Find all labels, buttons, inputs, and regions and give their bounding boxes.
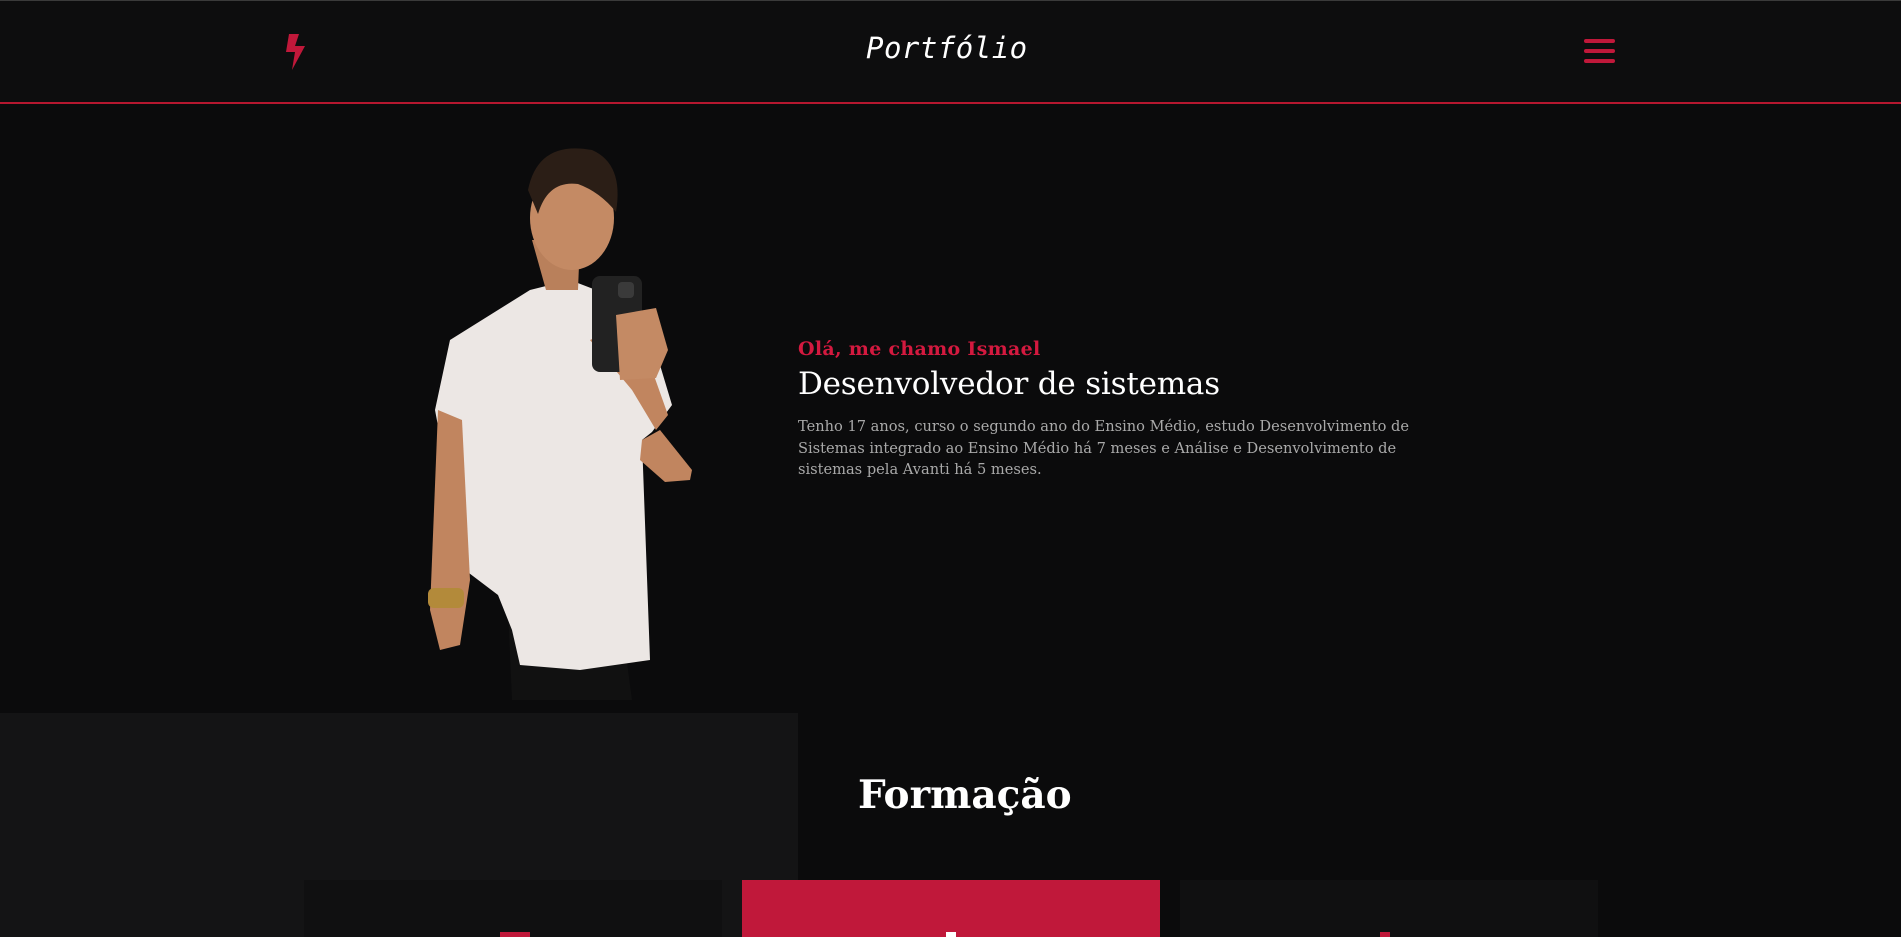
education-section-title: Formação: [858, 772, 1072, 818]
education-card-active[interactable]: [742, 880, 1160, 937]
education-card[interactable]: [1180, 880, 1598, 937]
profile-photo: [428, 148, 692, 700]
card-icon: [1380, 932, 1390, 937]
education-card[interactable]: [304, 880, 722, 937]
hero-intro: Olá, me chamo Ismael Desenvolvedor de si…: [798, 338, 1418, 481]
menu-line: [1584, 49, 1615, 53]
site-header: Portfólio: [0, 0, 1901, 104]
hero-role: Desenvolvedor de sistemas: [798, 366, 1220, 402]
hero-bio: Tenho 17 anos, curso o segundo ano do En…: [798, 418, 1409, 478]
lightning-bolt-icon[interactable]: [284, 34, 310, 70]
card-icon: [946, 932, 956, 937]
page: Portfólio Olá, me chamo Ismael Desenvolv…: [0, 0, 1901, 937]
menu-line: [1584, 39, 1615, 43]
brand-title[interactable]: Portfólio: [866, 31, 1027, 65]
card-icon: [500, 932, 530, 937]
menu-line: [1584, 59, 1615, 63]
hamburger-menu-icon[interactable]: [1584, 39, 1616, 67]
hero-greeting: Olá, me chamo Ismael: [798, 338, 1041, 360]
